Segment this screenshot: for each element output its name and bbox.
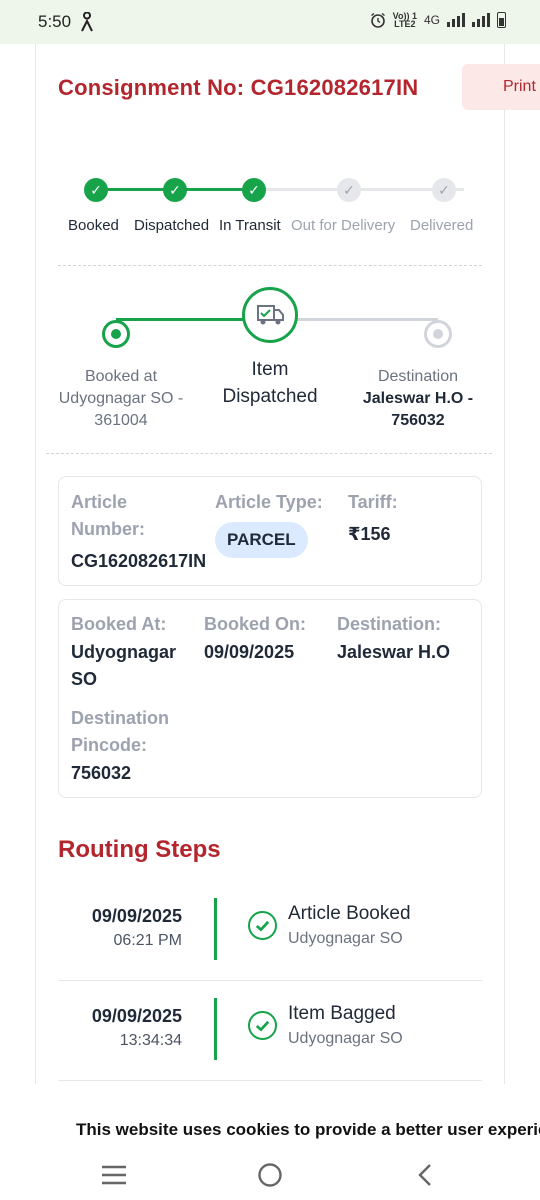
- check-circle-icon: [248, 1011, 277, 1040]
- check-icon: ✓: [163, 178, 187, 202]
- step-in-transit: In Transit: [219, 217, 281, 234]
- menu-icon[interactable]: [94, 1158, 134, 1192]
- divider: [58, 1080, 482, 1081]
- step-date: 09/09/2025: [91, 906, 182, 926]
- tariff-value: ₹156: [348, 524, 391, 544]
- check-icon: ✓: [242, 178, 266, 202]
- booked-on-value: 09/09/2025: [204, 642, 295, 662]
- divider: [58, 265, 482, 266]
- routing-steps-title: Routing Steps: [58, 836, 221, 863]
- progress-stepper: ✓ ✓ ✓ ✓ ✓ Booked Dispatched In Transit O…: [0, 170, 540, 250]
- step-location: Udyognagar SO: [288, 930, 403, 947]
- article-type-badge: PARCEL: [215, 522, 308, 558]
- check-circle-icon: [248, 911, 277, 940]
- timeline-bar: [214, 998, 217, 1060]
- check-icon: ✓: [432, 178, 456, 202]
- consignment-number: Consignment No: CG162082617IN: [58, 75, 419, 100]
- truck-icon: [242, 287, 298, 343]
- origin-label: Booked at Udyognagar SO - 361004: [58, 368, 184, 429]
- booked-on-label: Booked On:: [204, 614, 306, 634]
- timeline-bar: [214, 898, 217, 960]
- navigation-bar: [0, 1150, 540, 1200]
- cookie-text: This website uses cookies to provide a b…: [76, 1120, 540, 1139]
- home-icon[interactable]: [250, 1158, 290, 1192]
- article-number-label: Article Number:: [71, 492, 146, 539]
- divider: [46, 453, 492, 454]
- tariff-label: Tariff:: [348, 492, 398, 512]
- cookie-banner[interactable]: This website uses cookies to provide a b…: [0, 1084, 540, 1150]
- step-dispatched: Dispatched: [134, 217, 210, 234]
- destination-marker: [424, 320, 452, 348]
- status-time: 5:50: [38, 12, 72, 31]
- battery-icon: [497, 12, 506, 28]
- alarm-icon: [370, 12, 385, 28]
- destination-label: Destination:: [337, 614, 442, 634]
- step-event: Item Bagged: [288, 1003, 396, 1024]
- volte-indicator: Vo)) 1 LTE2: [392, 11, 417, 29]
- booked-at-label: Booked At:: [71, 614, 167, 634]
- pincode-label: Destination Pincode:: [71, 708, 170, 755]
- divider: [58, 980, 482, 981]
- signal-icon: [447, 13, 465, 27]
- routing-step: 09/09/2025 06:21 PM Article Booked Udyog…: [58, 892, 482, 992]
- back-icon[interactable]: [405, 1158, 445, 1192]
- step-time: 13:34:34: [119, 1032, 182, 1049]
- print-button[interactable]: Print: [462, 64, 540, 110]
- booked-at-value: Udyognagar SO: [71, 642, 177, 689]
- destination-label: Destination Jaleswar H.O - 756032: [362, 368, 474, 429]
- step-booked: Booked: [68, 217, 119, 234]
- pincode-value: 756032: [71, 763, 132, 783]
- check-icon: ✓: [337, 178, 361, 202]
- article-info-box: Article Number: CG162082617IN Article Ty…: [58, 476, 482, 586]
- article-type-label: Article Type:: [215, 492, 323, 512]
- step-out-for-delivery: Out for Delivery: [291, 217, 396, 234]
- status-icons: Vo)) 1 LTE2 4G: [370, 11, 506, 29]
- origin-marker: [102, 320, 130, 348]
- article-number-value: CG162082617IN: [71, 551, 207, 571]
- signal-icon: [472, 13, 490, 27]
- step-time: 06:21 PM: [113, 932, 182, 949]
- current-status-label: Item Dispatched: [222, 359, 318, 407]
- person-icon: [81, 12, 93, 32]
- destination-value: Jaleswar H.O: [337, 642, 451, 662]
- step-date: 09/09/2025: [91, 1006, 182, 1026]
- check-icon: ✓: [84, 178, 108, 202]
- step-delivered: Delivered: [410, 217, 474, 234]
- network-type: 4G: [423, 13, 440, 27]
- booking-info-box: Booked At: Udyognagar SO Booked On: 09/0…: [58, 599, 482, 798]
- routing-step: 09/09/2025 13:34:34 Item Bagged Udyognag…: [58, 992, 482, 1092]
- step-event: Article Booked: [288, 903, 411, 924]
- step-location: Udyognagar SO: [288, 1030, 403, 1047]
- status-bar: 5:50 Vo)) 1 LTE2 4G: [0, 0, 540, 44]
